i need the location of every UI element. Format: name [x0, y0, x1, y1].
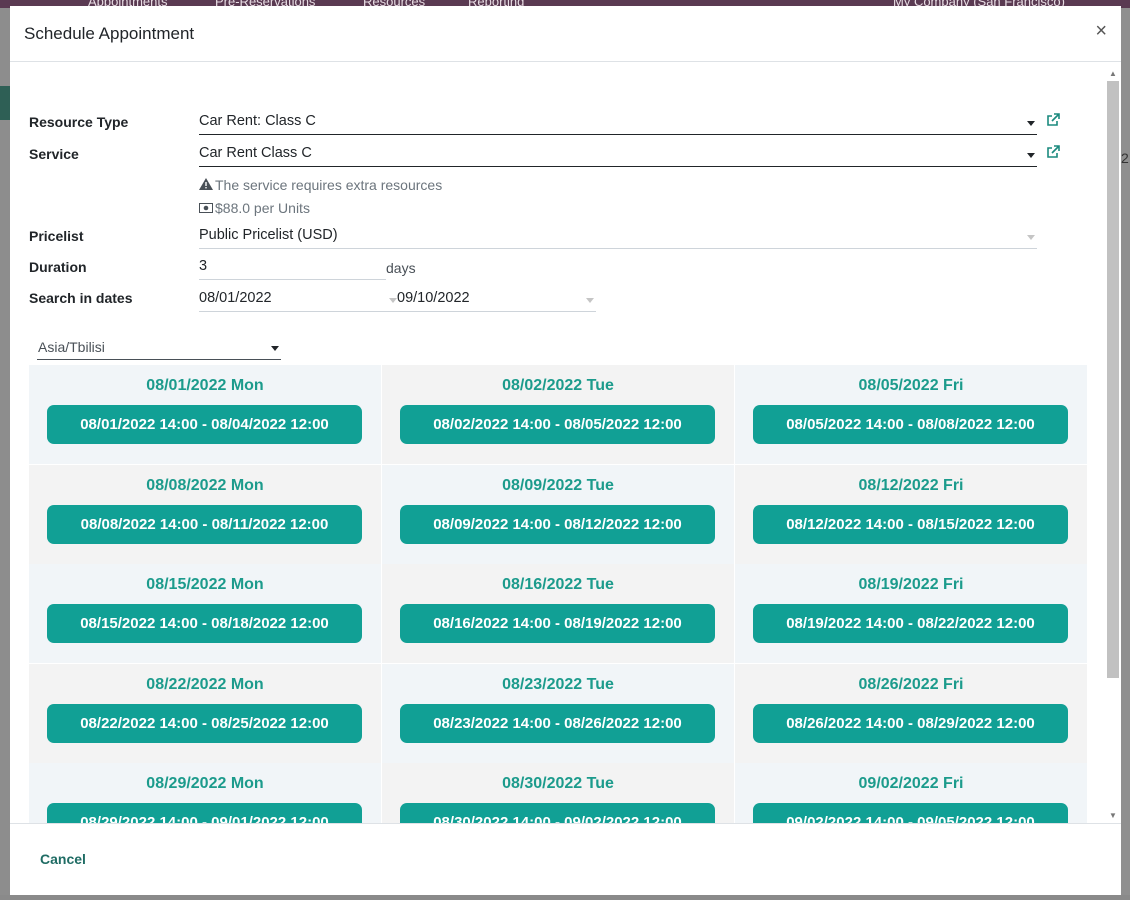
chevron-down-icon — [389, 298, 397, 303]
scroll-thumb[interactable] — [1107, 81, 1119, 678]
start-date-value: 08/01/2022 — [199, 290, 272, 306]
timezone-value: Asia/Tbilisi — [38, 339, 105, 355]
background-action-button — [0, 86, 10, 120]
slot-day-title: 08/23/2022 Tue — [502, 675, 614, 693]
slot-button[interactable]: 08/05/2022 14:00 - 08/08/2022 12:00 — [753, 405, 1068, 444]
slot-day-cell: 08/08/2022 Mon 08/08/2022 14:00 - 08/11/2… — [29, 464, 381, 564]
slot-button[interactable]: 08/15/2022 14:00 - 08/18/2022 12:00 — [47, 604, 362, 643]
slot-day-cell: 08/01/2022 Mon 08/01/2022 14:00 - 08/04/2… — [29, 365, 381, 464]
chevron-down-icon — [271, 346, 279, 351]
slot-day-cell: 08/26/2022 Fri 08/26/2022 14:00 - 08/29/2… — [735, 663, 1087, 763]
background-fragment: 2 — [1121, 150, 1129, 166]
duration-label: Duration — [29, 259, 87, 275]
slot-button[interactable]: 08/08/2022 14:00 - 08/11/2022 12:00 — [47, 504, 362, 544]
service-select[interactable]: Car Rent Class C — [199, 143, 1037, 167]
slot-day-title: 08/19/2022 Fri — [858, 576, 964, 593]
chevron-down-icon — [586, 298, 594, 303]
slot-day-cell: 08/19/2022 Fri 08/19/2022 14:00 - 08/22/2… — [735, 564, 1087, 663]
slot-button[interactable]: 08/30/2022 14:00 - 09/02/2022 12:00 — [400, 803, 715, 823]
slot-day-title: 08/12/2022 Fri — [858, 476, 964, 494]
slot-button[interactable]: 08/01/2022 14:00 - 08/04/2022 12:00 — [47, 405, 362, 444]
slot-day-title: 08/05/2022 Fri — [858, 377, 964, 394]
scroll-down-icon[interactable]: ▼ — [1109, 811, 1117, 821]
slot-day-title: 08/15/2022 Mon — [146, 576, 264, 593]
resource-type-label: Resource Type — [29, 114, 129, 130]
dialog-title: Schedule Appointment — [24, 24, 195, 43]
resource-type-select[interactable]: Car Rent: Class C — [199, 111, 1037, 135]
duration-input[interactable]: 3 — [199, 256, 386, 280]
slot-day-cell: 08/30/2022 Tue 08/30/2022 14:00 - 09/02/2… — [382, 763, 734, 823]
slot-day-cell: 08/22/2022 Mon 08/22/2022 14:00 - 08/25/2… — [29, 663, 381, 763]
background-right-panel — [1121, 8, 1130, 900]
duration-value: 3 — [199, 258, 208, 274]
slot-day-cell: 08/05/2022 Fri 08/05/2022 14:00 - 08/08/2… — [735, 365, 1087, 464]
chevron-down-icon — [1027, 121, 1035, 126]
search-start-date[interactable]: 08/01/2022 — [199, 288, 397, 312]
price-text: $88.0 per Units — [215, 200, 310, 216]
slot-day-title: 08/22/2022 Mon — [146, 675, 264, 693]
duration-unit: days — [386, 260, 416, 276]
chevron-down-icon — [1027, 153, 1035, 158]
slot-day-cell: 08/29/2022 Mon 08/29/2022 14:00 - 09/01/2… — [29, 763, 381, 823]
search-dates-label: Search in dates — [29, 290, 133, 306]
chevron-down-icon — [1027, 235, 1035, 240]
scroll-up-icon[interactable]: ▲ — [1109, 69, 1117, 79]
service-value: Car Rent Class C — [199, 145, 312, 161]
external-link-icon[interactable] — [1046, 145, 1060, 162]
service-price: $88.0 per Units — [199, 200, 310, 216]
slot-day-title: 08/01/2022 Mon — [146, 377, 264, 394]
slot-button[interactable]: 08/19/2022 14:00 - 08/22/2022 12:00 — [753, 604, 1068, 643]
slot-day-title: 08/16/2022 Tue — [502, 576, 614, 593]
cancel-button[interactable]: Cancel — [40, 851, 86, 867]
schedule-appointment-dialog: Schedule Appointment × Resource Type Car… — [10, 6, 1121, 895]
scrollbar[interactable]: ▲ ▼ — [1107, 65, 1119, 821]
warning-text: The service requires extra resources — [215, 177, 443, 193]
slot-button[interactable]: 08/22/2022 14:00 - 08/25/2022 12:00 — [47, 703, 362, 743]
slot-day-title: 08/08/2022 Mon — [146, 476, 264, 494]
resource-type-value: Car Rent: Class C — [199, 113, 316, 129]
dialog-footer: Cancel — [10, 823, 1121, 895]
slot-day-cell: 08/09/2022 Tue 08/09/2022 14:00 - 08/12/2… — [382, 464, 734, 564]
slot-day-title: 09/02/2022 Fri — [858, 775, 964, 792]
slot-day-title: 08/26/2022 Fri — [858, 675, 964, 693]
external-link-icon[interactable] — [1046, 113, 1060, 130]
background-bottom — [0, 895, 1130, 900]
slot-button[interactable]: 08/12/2022 14:00 - 08/15/2022 12:00 — [753, 504, 1068, 544]
service-label: Service — [29, 146, 79, 162]
slot-day-title: 08/02/2022 Tue — [502, 377, 614, 394]
pricelist-value: Public Pricelist (USD) — [199, 227, 338, 243]
slot-button[interactable]: 08/16/2022 14:00 - 08/19/2022 12:00 — [400, 604, 715, 643]
pricelist-label: Pricelist — [29, 228, 84, 244]
slot-button[interactable]: 08/23/2022 14:00 - 08/26/2022 12:00 — [400, 703, 715, 743]
pricelist-select[interactable]: Public Pricelist (USD) — [199, 225, 1037, 249]
slot-day-title: 08/30/2022 Tue — [502, 775, 614, 792]
slot-day-cell: 08/23/2022 Tue 08/23/2022 14:00 - 08/26/2… — [382, 663, 734, 763]
slot-button[interactable]: 08/26/2022 14:00 - 08/29/2022 12:00 — [753, 703, 1068, 743]
warning-icon — [199, 178, 215, 193]
close-icon[interactable]: × — [1095, 20, 1107, 43]
slot-day-title: 08/29/2022 Mon — [146, 775, 264, 792]
slot-day-title: 08/09/2022 Tue — [502, 476, 614, 494]
slot-day-cell: 08/15/2022 Mon 08/15/2022 14:00 - 08/18/2… — [29, 564, 381, 663]
slot-day-cell: 08/02/2022 Tue 08/02/2022 14:00 - 08/05/2… — [382, 365, 734, 464]
service-warning: The service requires extra resources — [199, 177, 442, 193]
slot-day-cell: 08/12/2022 Fri 08/12/2022 14:00 - 08/15/2… — [735, 464, 1087, 564]
slot-day-cell: 09/02/2022 Fri 09/02/2022 14:00 - 09/05/2… — [735, 763, 1087, 823]
slot-button[interactable]: 08/02/2022 14:00 - 08/05/2022 12:00 — [400, 405, 715, 444]
end-date-value: 09/10/2022 — [397, 290, 470, 306]
slot-button[interactable]: 08/09/2022 14:00 - 08/12/2022 12:00 — [400, 504, 715, 544]
dialog-body: Resource Type Car Rent: Class C Service … — [10, 63, 1121, 823]
money-icon — [199, 202, 215, 216]
slot-button[interactable]: 09/02/2022 14:00 - 09/05/2022 12:00 — [753, 803, 1068, 823]
slot-button[interactable]: 08/29/2022 14:00 - 09/01/2022 12:00 — [47, 803, 362, 823]
slot-day-cell: 08/16/2022 Tue 08/16/2022 14:00 - 08/19/2… — [382, 564, 734, 663]
timezone-select[interactable]: Asia/Tbilisi — [37, 336, 281, 360]
dialog-header: Schedule Appointment × — [10, 6, 1121, 62]
search-end-date[interactable]: 09/10/2022 — [397, 288, 596, 312]
